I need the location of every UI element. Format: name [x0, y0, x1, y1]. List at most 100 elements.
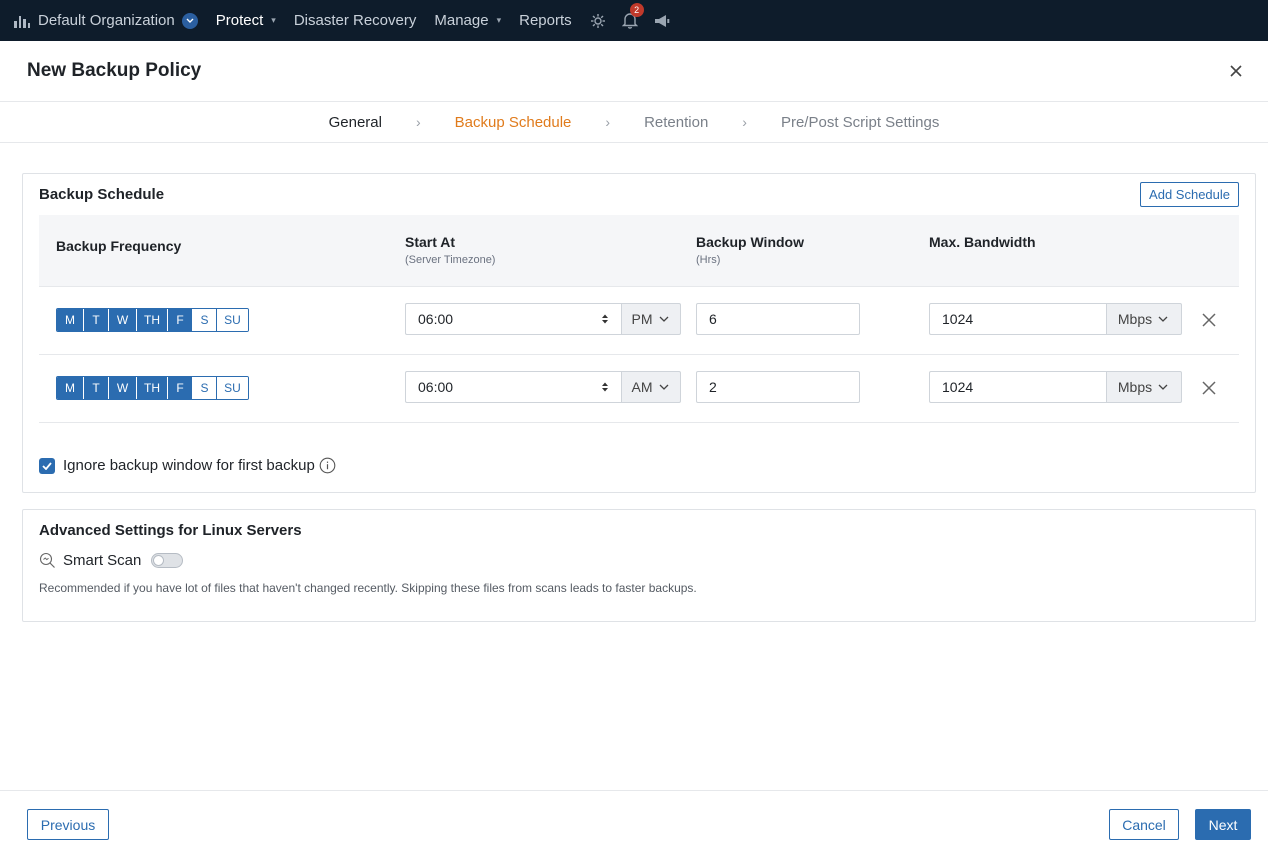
start-time-select[interactable]: 06:00	[405, 303, 621, 335]
backup-window-input[interactable]: 6	[696, 303, 860, 335]
bandwidth-unit-select[interactable]: Mbps	[1106, 303, 1182, 335]
day-toggle-tue[interactable]: T	[84, 377, 109, 399]
day-toggle-thu[interactable]: TH	[137, 377, 168, 399]
bandwidth-input[interactable]: 1024	[929, 303, 1106, 335]
smart-scan-hint: Recommended if you have lot of files tha…	[39, 581, 697, 595]
header-start-at: Start At (Server Timezone)	[405, 234, 495, 266]
nav-manage[interactable]: Manage ▾	[434, 12, 501, 29]
nav-disaster-recovery[interactable]: Disaster Recovery	[294, 12, 417, 29]
bandwidth-input[interactable]: 1024	[929, 371, 1106, 403]
backup-schedule-card: Backup Schedule Add Schedule Backup Freq…	[22, 173, 1256, 493]
day-toggle-mon[interactable]: M	[57, 377, 84, 399]
remove-schedule-icon[interactable]	[1201, 312, 1217, 328]
header-start-at-label: Start At	[405, 234, 456, 250]
ignore-window-checkbox[interactable]	[39, 457, 55, 474]
day-toggle-sun[interactable]: SU	[217, 309, 248, 331]
day-toggle-wed[interactable]: W	[109, 309, 137, 331]
day-toggle-wed[interactable]: W	[109, 377, 137, 399]
cancel-button[interactable]: Cancel	[1109, 809, 1179, 840]
modal-header: New Backup Policy	[0, 41, 1268, 102]
schedule-row: M T W TH F S SU 06:00 AM 2 1024 Mbps	[39, 355, 1239, 423]
header-backup-window: Backup Window (Hrs)	[696, 234, 804, 266]
header-max-bandwidth: Max. Bandwidth	[929, 234, 1036, 250]
header-start-at-sub: (Server Timezone)	[405, 254, 496, 266]
step-backup-schedule[interactable]: Backup Schedule	[455, 114, 572, 131]
bar-chart-icon	[14, 14, 30, 28]
chevron-right-icon: ›	[415, 114, 421, 130]
day-selector: M T W TH F S SU	[56, 308, 249, 332]
day-toggle-thu[interactable]: TH	[137, 309, 168, 331]
backup-window-input[interactable]: 2	[696, 371, 860, 403]
ignore-window-option: Ignore backup window for first backup	[39, 457, 336, 474]
header-max-bandwidth-label: Max. Bandwidth	[929, 234, 1036, 250]
bandwidth-unit-value: Mbps	[1117, 311, 1153, 327]
bell-icon[interactable]: 2	[621, 3, 644, 29]
smart-scan-option: Smart Scan	[39, 552, 184, 569]
day-toggle-mon[interactable]: M	[57, 309, 84, 331]
day-toggle-sat[interactable]: S	[193, 377, 217, 399]
header-backup-frequency: Backup Frequency	[56, 238, 181, 254]
ampm-value: PM	[631, 311, 653, 327]
remove-schedule-icon[interactable]	[1201, 380, 1217, 396]
start-time-value: 06:00	[418, 311, 454, 327]
wizard-stepper: General › Backup Schedule › Retention › …	[0, 102, 1268, 143]
next-button[interactable]: Next	[1195, 809, 1251, 840]
day-toggle-tue[interactable]: T	[84, 309, 109, 331]
chevron-down-icon	[1158, 316, 1168, 322]
smart-scan-toggle[interactable]	[151, 553, 184, 568]
toggle-knob	[153, 555, 165, 566]
modal-footer: Previous Cancel Next	[0, 790, 1268, 847]
org-switcher[interactable]: Default Organization	[14, 12, 198, 29]
chevron-down-icon	[1158, 384, 1168, 390]
advanced-settings-title: Advanced Settings for Linux Servers	[39, 522, 302, 539]
day-toggle-sat[interactable]: S	[193, 309, 217, 331]
chevron-down-icon	[659, 316, 668, 322]
ignore-window-label: Ignore backup window for first backup	[63, 457, 315, 474]
day-selector: M T W TH F S SU	[56, 376, 249, 400]
org-name: Default Organization	[38, 12, 175, 29]
chevron-down-icon: ▾	[271, 15, 276, 25]
backup-schedule-title: Backup Schedule	[39, 186, 165, 203]
chevron-right-icon: ›	[605, 114, 611, 130]
megaphone-icon[interactable]	[654, 14, 670, 28]
chevron-right-icon: ›	[742, 114, 747, 130]
ampm-select[interactable]: AM	[621, 371, 681, 403]
updown-icon	[602, 382, 608, 392]
nav-reports-label: Reports	[519, 12, 572, 29]
start-time-select[interactable]: 06:00	[405, 371, 621, 403]
notification-badge: 2	[629, 3, 644, 17]
chevron-down-icon[interactable]	[181, 12, 198, 29]
step-pre-post-script[interactable]: Pre/Post Script Settings	[781, 114, 939, 131]
day-toggle-sun[interactable]: SU	[217, 377, 248, 399]
step-retention[interactable]: Retention	[644, 114, 708, 131]
bandwidth-unit-select[interactable]: Mbps	[1106, 371, 1182, 403]
ampm-select[interactable]: PM	[621, 303, 681, 335]
header-backup-window-sub: (Hrs)	[696, 254, 721, 266]
advanced-settings-card: Advanced Settings for Linux Servers Smar…	[22, 509, 1256, 622]
schedule-table-header: Backup Frequency Start At (Server Timezo…	[39, 215, 1239, 287]
day-toggle-fri[interactable]: F	[168, 377, 193, 399]
updown-icon	[602, 314, 608, 324]
nav-protect[interactable]: Protect ▾	[216, 12, 276, 29]
chevron-down-icon: ▾	[496, 15, 502, 25]
header-backup-frequency-label: Backup Frequency	[56, 238, 182, 254]
page-title: New Backup Policy	[27, 60, 202, 81]
search-icon	[39, 552, 55, 568]
start-time-value: 06:00	[418, 379, 454, 395]
previous-button[interactable]: Previous	[27, 809, 109, 840]
nav-protect-label: Protect	[215, 12, 264, 29]
nav-reports[interactable]: Reports	[519, 12, 572, 29]
checkmark-icon	[42, 461, 52, 470]
ampm-value: AM	[631, 379, 653, 395]
day-toggle-fri[interactable]: F	[168, 309, 193, 331]
header-backup-window-label: Backup Window	[696, 234, 804, 250]
step-general[interactable]: General	[329, 114, 382, 131]
chevron-down-icon	[659, 384, 668, 390]
smart-scan-label: Smart Scan	[63, 552, 142, 569]
close-icon[interactable]	[1226, 61, 1246, 81]
info-icon[interactable]	[319, 457, 336, 474]
nav-disaster-recovery-label: Disaster Recovery	[293, 12, 417, 29]
add-schedule-button[interactable]: Add Schedule	[1140, 182, 1239, 207]
bandwidth-unit-value: Mbps	[1117, 379, 1153, 395]
gear-icon[interactable]	[590, 13, 606, 29]
